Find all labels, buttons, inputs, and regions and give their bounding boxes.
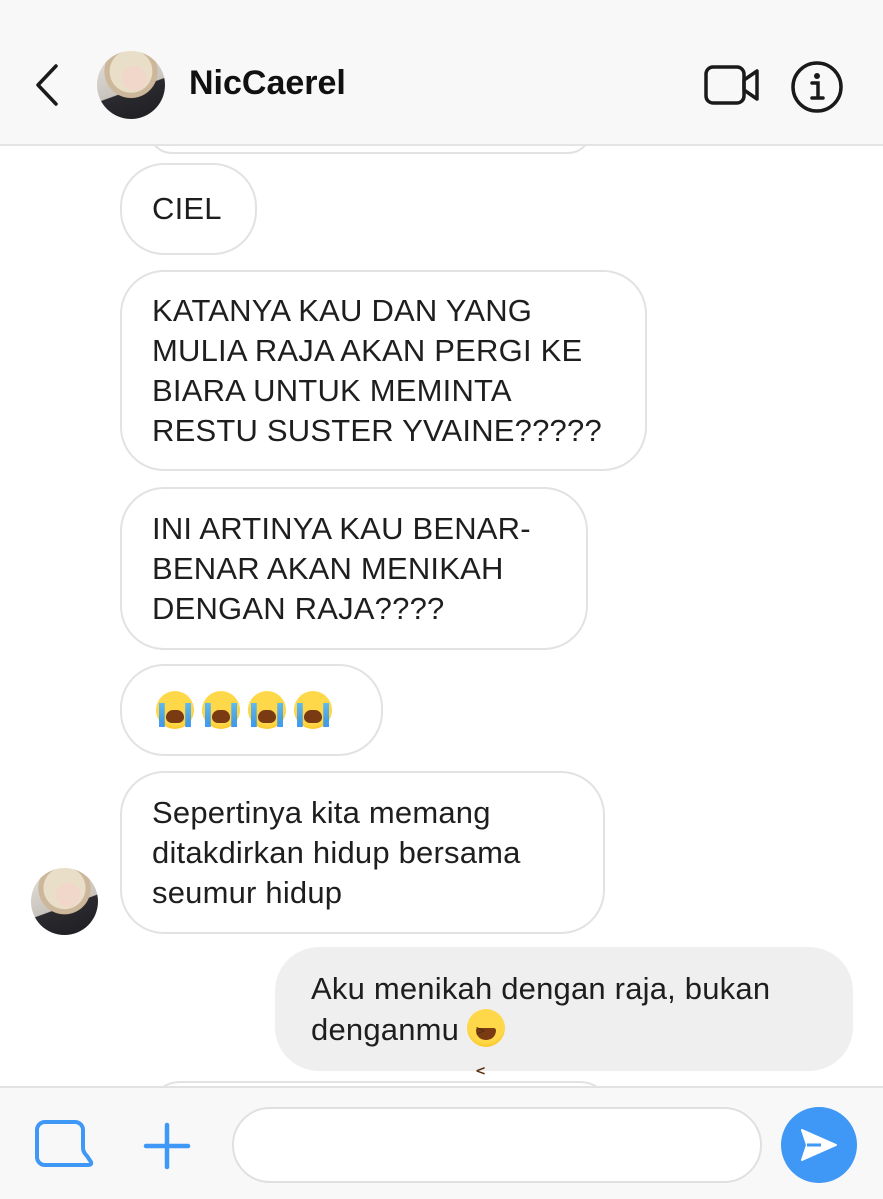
message-composer <box>0 1086 883 1199</box>
plus-icon <box>143 1122 191 1170</box>
loudly-crying-face-icon <box>156 691 194 729</box>
message-text: KATANYA KAU DAN YANG MULIA RAJA AKAN PER… <box>152 292 602 448</box>
message-text: Aku menikah dengan raja, bukan denganmu <box>311 969 771 1087</box>
info-button[interactable] <box>790 60 844 114</box>
video-call-button[interactable] <box>703 63 761 107</box>
send-icon <box>801 1129 837 1161</box>
send-button[interactable] <box>781 1107 857 1183</box>
message-bubble[interactable]: Sepertinya kita memang ditakdirkan hidup… <box>120 771 605 934</box>
message-bubble[interactable] <box>120 664 383 756</box>
chat-header: NicCaerel <box>0 0 883 146</box>
message-input[interactable] <box>232 1107 762 1183</box>
contact-name[interactable]: NicCaerel <box>189 64 346 103</box>
message-bubble-outgoing[interactable]: Aku menikah dengan raja, bukan denganmu <box>275 947 853 1087</box>
loudly-crying-face-icon <box>248 691 286 729</box>
message-thread[interactable]: CIEL KATANYA KAU DAN YANG MULIA RAJA AKA… <box>0 146 883 1086</box>
contact-avatar[interactable] <box>97 51 165 119</box>
message-bubble[interactable]: KATANYA KAU DAN YANG MULIA RAJA AKAN PER… <box>120 270 647 471</box>
message-text-body: Aku menikah dengan raja, bukan denganmu <box>311 970 771 1047</box>
message-bubble[interactable]: CIEL <box>120 163 257 255</box>
message-text: Sepertinya kita memang ditakdirkan hidup… <box>152 794 521 910</box>
message-text: INI ARTINYA KAU BENAR- BENAR AKAN MENIKA… <box>152 510 531 626</box>
add-button[interactable] <box>141 1120 193 1172</box>
gallery-button[interactable] <box>33 1118 95 1174</box>
message-bubble[interactable]: INI ARTINYA KAU BENAR- BENAR AKAN MENIKA… <box>120 487 588 650</box>
video-camera-icon <box>704 65 759 105</box>
gallery-icon <box>35 1120 94 1167</box>
grinning-squinting-face-icon <box>467 1008 506 1086</box>
message-text: CIEL <box>152 191 222 226</box>
loudly-crying-face-icon <box>202 691 240 729</box>
loudly-crying-face-icon <box>294 691 332 729</box>
info-icon <box>791 61 843 113</box>
sender-avatar[interactable] <box>31 868 98 935</box>
message-bubble-partial <box>148 146 592 154</box>
emoji-row <box>156 691 332 729</box>
chevron-left-icon <box>36 64 58 106</box>
back-button[interactable] <box>28 62 68 108</box>
